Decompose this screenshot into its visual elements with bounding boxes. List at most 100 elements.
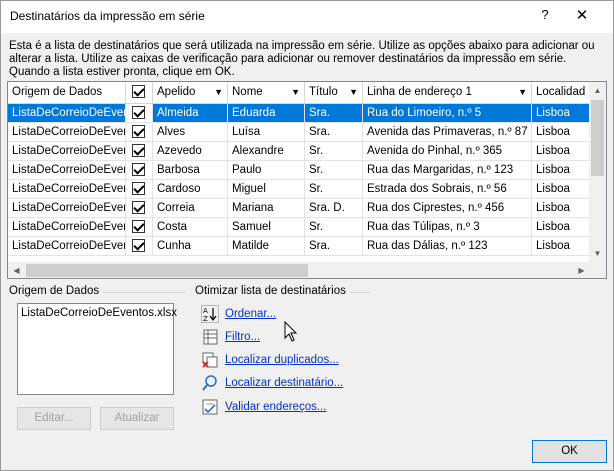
scroll-left-arrow-icon[interactable]: ◀ (8, 262, 25, 278)
row-checkbox[interactable] (132, 144, 145, 157)
cell-firstname: Paulo (228, 161, 305, 180)
cell-surname: Costa (153, 218, 228, 237)
cell-title: Sra. (305, 104, 363, 123)
row-checkbox[interactable] (132, 125, 145, 138)
row-checkbox-cell (126, 180, 153, 199)
sort-option[interactable]: A Z Ordenar... (201, 305, 276, 323)
vertical-scrollbar[interactable]: ▲ ▼ (589, 82, 606, 262)
col-header-label: Localidad (536, 86, 586, 98)
row-checkbox[interactable] (132, 220, 145, 233)
cell-surname: Barbosa (153, 161, 228, 180)
grid-header: Origem de Dados ▼ Apelido ▼ Nome ▼ Títul… (8, 82, 590, 104)
row-checkbox[interactable] (132, 163, 145, 176)
svg-text:Z: Z (203, 315, 208, 323)
row-checkbox[interactable] (132, 239, 145, 252)
sort-link[interactable]: Ordenar... (225, 308, 276, 320)
vertical-scroll-thumb[interactable] (591, 100, 604, 176)
col-header-surname[interactable]: Apelido ▼ (153, 82, 228, 104)
cell-title: Sr. (305, 180, 363, 199)
title-bar: Destinatários da impressão em série ? ✕ (1, 1, 613, 33)
grid-rows: ListaDeCorreioDeEventos.xlsx Almeida Edu… (8, 104, 590, 256)
cell-surname: Azevedo (153, 142, 228, 161)
find-recipient-option[interactable]: Localizar destinatário... (201, 374, 343, 392)
cell-surname: Correia (153, 199, 228, 218)
scroll-down-arrow-icon[interactable]: ▼ (589, 245, 606, 262)
sort-az-icon: A Z (201, 305, 219, 323)
cell-title: Sra. (305, 123, 363, 142)
table-row[interactable]: ListaDeCorreioDeEventos.xlsx Barbosa Pau… (8, 161, 590, 180)
table-row[interactable]: ListaDeCorreioDeEventos.xlsx Alves Luísa… (8, 123, 590, 142)
cell-locality: Lisboa (532, 104, 590, 123)
find-recipient-link[interactable]: Localizar destinatário... (225, 377, 343, 389)
datasource-list[interactable]: ListaDeCorreioDeEventos.xlsx (17, 303, 177, 395)
cell-address1: Rua dos Ciprestes, n.º 456 (363, 199, 532, 218)
cell-locality: Lisboa (532, 123, 590, 142)
col-header-title[interactable]: Título ▼ (305, 82, 363, 104)
close-button[interactable]: ✕ (567, 6, 597, 28)
intro-text: Esta é a lista de destinatários que será… (9, 40, 595, 78)
col-header-firstname[interactable]: Nome ▼ (228, 82, 305, 104)
horizontal-scroll-thumb[interactable] (26, 264, 308, 277)
cell-locality: Lisboa (532, 142, 590, 161)
cell-address1: Avenida das Primaveras, n.º 87 (363, 123, 532, 142)
table-row[interactable]: ListaDeCorreioDeEventos.xlsx Cardoso Mig… (8, 180, 590, 199)
datasource-item[interactable]: ListaDeCorreioDeEventos.xlsx (21, 307, 177, 319)
cell-address1: Rua das Margaridas, n.º 123 (363, 161, 532, 180)
find-duplicates-option[interactable]: Localizar duplicados... (201, 351, 339, 369)
filter-option[interactable]: Filtro... (201, 328, 260, 346)
chevron-down-icon[interactable]: ▼ (349, 87, 358, 97)
cell-firstname: Luísa (228, 123, 305, 142)
row-checkbox-cell (126, 161, 153, 180)
scroll-right-arrow-icon[interactable]: ▶ (573, 262, 590, 278)
cell-title: Sr. (305, 161, 363, 180)
datasource-group-label: Origem de Dados (9, 285, 104, 297)
col-header-address1[interactable]: Linha de endereço 1 ▼ (363, 82, 532, 104)
edit-button[interactable]: Editar... (17, 407, 91, 430)
ok-button[interactable]: OK (532, 440, 607, 463)
chevron-down-icon[interactable]: ▼ (291, 87, 300, 97)
table-row[interactable]: ListaDeCorreioDeEventos.xlsx Azevedo Ale… (8, 142, 590, 161)
row-checkbox[interactable] (132, 106, 145, 119)
row-checkbox-cell (126, 199, 153, 218)
table-row[interactable]: ListaDeCorreioDeEventos.xlsx Costa Samue… (8, 218, 590, 237)
refresh-button[interactable]: Atualizar (100, 407, 174, 430)
col-header-label: Título (309, 86, 338, 98)
chevron-down-icon[interactable]: ▼ (518, 87, 527, 97)
filter-icon (201, 328, 219, 346)
row-checkbox[interactable] (132, 182, 145, 195)
cell-title: Sra. (305, 237, 363, 256)
col-header-select-all[interactable] (126, 82, 153, 104)
cell-firstname: Miguel (228, 180, 305, 199)
search-icon (201, 374, 219, 392)
cell-source: ListaDeCorreioDeEventos.xlsx (8, 142, 126, 161)
table-row[interactable]: ListaDeCorreioDeEventos.xlsx Cunha Matil… (8, 237, 590, 256)
scroll-up-arrow-icon[interactable]: ▲ (589, 82, 606, 99)
horizontal-scrollbar[interactable]: ◀ ▶ (8, 262, 590, 278)
svg-text:A: A (203, 307, 208, 315)
validate-addresses-option[interactable]: Validar endereços... (201, 398, 326, 416)
select-all-checkbox[interactable] (132, 85, 145, 98)
cell-firstname: Alexandre (228, 142, 305, 161)
help-button[interactable]: ? (533, 7, 557, 27)
cell-address1: Rua do Limoeiro, n.º 5 (363, 104, 532, 123)
cell-title: Sra. D. (305, 199, 363, 218)
row-checkbox-cell (126, 142, 153, 161)
chevron-down-icon[interactable]: ▼ (214, 87, 223, 97)
duplicates-icon (201, 351, 219, 369)
table-row[interactable]: ListaDeCorreioDeEventos.xlsx Almeida Edu… (8, 104, 590, 123)
cell-address1: Avenida do Pinhal, n.º 365 (363, 142, 532, 161)
cell-surname: Almeida (153, 104, 228, 123)
table-row[interactable]: ListaDeCorreioDeEventos.xlsx Correia Mar… (8, 199, 590, 218)
col-header-locality[interactable]: Localidad (532, 82, 590, 104)
row-checkbox[interactable] (132, 201, 145, 214)
find-duplicates-link[interactable]: Localizar duplicados... (225, 354, 339, 366)
filter-link[interactable]: Filtro... (225, 331, 260, 343)
validate-addresses-link[interactable]: Validar endereços... (225, 401, 326, 413)
row-checkbox-cell (126, 218, 153, 237)
dialog-title: Destinatários da impressão em série (10, 9, 205, 23)
row-checkbox-cell (126, 123, 153, 142)
col-header-source[interactable]: Origem de Dados ▼ (8, 82, 126, 104)
cell-address1: Estrada dos Sobrais, n.º 56 (363, 180, 532, 199)
refine-group-label: Otimizar lista de destinatários (195, 285, 350, 297)
cell-source: ListaDeCorreioDeEventos.xlsx (8, 180, 126, 199)
